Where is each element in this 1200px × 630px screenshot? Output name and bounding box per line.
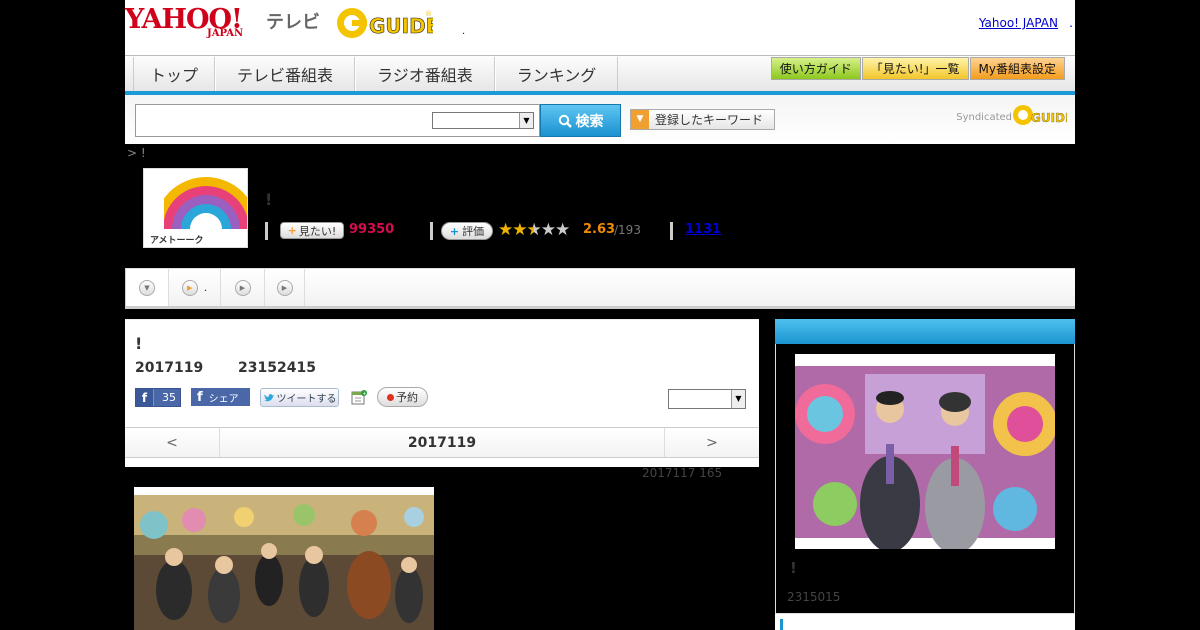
episode-time: 23152415 — [238, 360, 316, 376]
want-to-watch-count: 99350 — [349, 222, 395, 237]
svg-text:+: + — [362, 391, 366, 397]
syndicated-gguide-logo: GUIDE — [1013, 105, 1067, 125]
sidebar-photo — [795, 354, 1055, 549]
my-schedule-settings-button[interactable]: My番組表設定 — [969, 57, 1065, 80]
update-note: 2017117 165 — [642, 466, 723, 480]
play-icon: ▶ — [234, 279, 251, 296]
svg-text:GUIDE: GUIDE — [369, 14, 433, 38]
nav-tab-tv-listings[interactable]: テレビ番組表 — [215, 57, 356, 91]
day-navigation: < 2017119 > — [125, 427, 759, 458]
episode-title: ! — [135, 334, 143, 353]
main-nav: トップ テレビ番組表 ラジオ番組表 ランキング 使い方ガイド 「見たい!」一覧 … — [125, 55, 1075, 91]
sidebar-date: 2315015 — [787, 590, 841, 604]
add-calendar-icon[interactable]: + — [351, 389, 367, 405]
rating-stars: ★★★★★ — [498, 220, 570, 240]
select-arrow-icon: ▼ — [519, 113, 533, 128]
program-subtabs: ▼ ▶ . ▶ ▶ — [125, 268, 1075, 309]
sidebar-title: ! — [790, 559, 797, 577]
subtab-overview[interactable]: ▼ — [125, 269, 169, 306]
breadcrumb: > ! — [127, 146, 146, 160]
want-to-watch-button[interactable]: + 見たい! — [280, 222, 344, 239]
nav-tab-top[interactable]: トップ — [133, 57, 216, 91]
star-icon: ★ — [540, 220, 556, 240]
program-title: ! — [265, 190, 273, 209]
sidebar-next-section — [775, 614, 1075, 630]
rating-value: 2.63 — [583, 222, 616, 237]
facebook-icon: f — [197, 389, 203, 405]
play-icon: ▶ — [276, 279, 293, 296]
star-icon: ★ — [555, 220, 570, 240]
saved-keywords-button[interactable]: ▼ 登録したキーワード — [630, 109, 775, 130]
current-day: 2017119 — [407, 434, 477, 451]
subtab-3[interactable]: ▶ — [265, 269, 305, 306]
episode-card: ! 2017119 23152415 f 35 f シェア ツイートする + 予… — [125, 319, 759, 467]
search-category-select[interactable]: ▼ — [432, 112, 534, 129]
select-arrow-icon: ▼ — [731, 390, 745, 408]
header-dot: . — [462, 26, 466, 37]
next-day-button[interactable]: > — [664, 428, 759, 457]
rating-count: /193 — [614, 223, 641, 237]
episode-date: 2017119 — [135, 360, 204, 376]
svg-text:®: ® — [425, 10, 432, 18]
divider — [430, 222, 433, 240]
sidebar: ! 2315015 — [775, 319, 1075, 630]
half-star-icon: ★ — [526, 220, 542, 240]
gguide-logo[interactable]: GUIDE ® — [335, 6, 433, 40]
guide-button[interactable]: 使い方ガイド — [770, 57, 861, 80]
dropdown-triangle-icon: ▼ — [631, 110, 649, 129]
link-dot: . — [1069, 16, 1073, 30]
site-header: YAHOO! JAPAN テレビ GUIDE ® . Yahoo! JAPAN … — [125, 0, 1075, 55]
facebook-share-button[interactable]: f シェア — [191, 388, 250, 406]
twitter-bird-icon — [263, 393, 274, 401]
record-dot-icon — [387, 393, 394, 401]
nav-tab-radio-listings[interactable]: ラジオ番組表 — [355, 57, 495, 91]
plus-icon: + — [287, 224, 297, 237]
yahoo-japan-logo[interactable]: YAHOO! JAPAN — [125, 6, 243, 39]
search-area: ▼ 検索 ▼ 登録したキーワード Syndicated GUIDE — [125, 95, 1075, 144]
tv-label: テレビ — [266, 12, 320, 33]
yahoo-japan-link[interactable]: Yahoo! JAPAN — [979, 16, 1058, 30]
rate-button[interactable]: + 評価 — [441, 222, 493, 240]
facebook-like-button[interactable]: f 35 — [135, 388, 181, 407]
plus-icon: + — [449, 224, 460, 238]
star-icon: ★ — [512, 220, 527, 240]
chevron-down-icon: ▼ — [139, 279, 155, 296]
nav-tab-ranking[interactable]: ランキング — [494, 57, 619, 91]
episode-select[interactable]: ▼ — [668, 389, 746, 409]
search-icon — [558, 114, 572, 128]
facebook-icon: f — [136, 389, 154, 406]
program-logo-caption: アメトーーク — [150, 236, 204, 246]
syndicated-label: Syndicated — [956, 112, 1012, 123]
want-to-watch-list-button[interactable]: 「見たい!」一覧 — [861, 57, 969, 80]
review-count-link[interactable]: 1131 — [685, 222, 721, 237]
reserve-button[interactable]: 予約 — [377, 387, 428, 407]
previous-day-button[interactable]: < — [125, 428, 220, 457]
episode-photo — [134, 487, 434, 630]
search-button[interactable]: 検索 — [540, 104, 621, 137]
subtab-1[interactable]: ▶ . — [169, 269, 221, 306]
tweet-button[interactable]: ツイートする — [260, 388, 339, 407]
divider — [265, 222, 268, 240]
program-logo: アメトーーク — [143, 168, 248, 248]
sidebar-header — [775, 319, 1075, 344]
star-icon: ★ — [498, 220, 513, 240]
svg-text:GUIDE: GUIDE — [1031, 111, 1067, 125]
divider — [670, 222, 673, 240]
subtab-2[interactable]: ▶ — [221, 269, 265, 306]
play-icon: ▶ — [181, 279, 198, 296]
